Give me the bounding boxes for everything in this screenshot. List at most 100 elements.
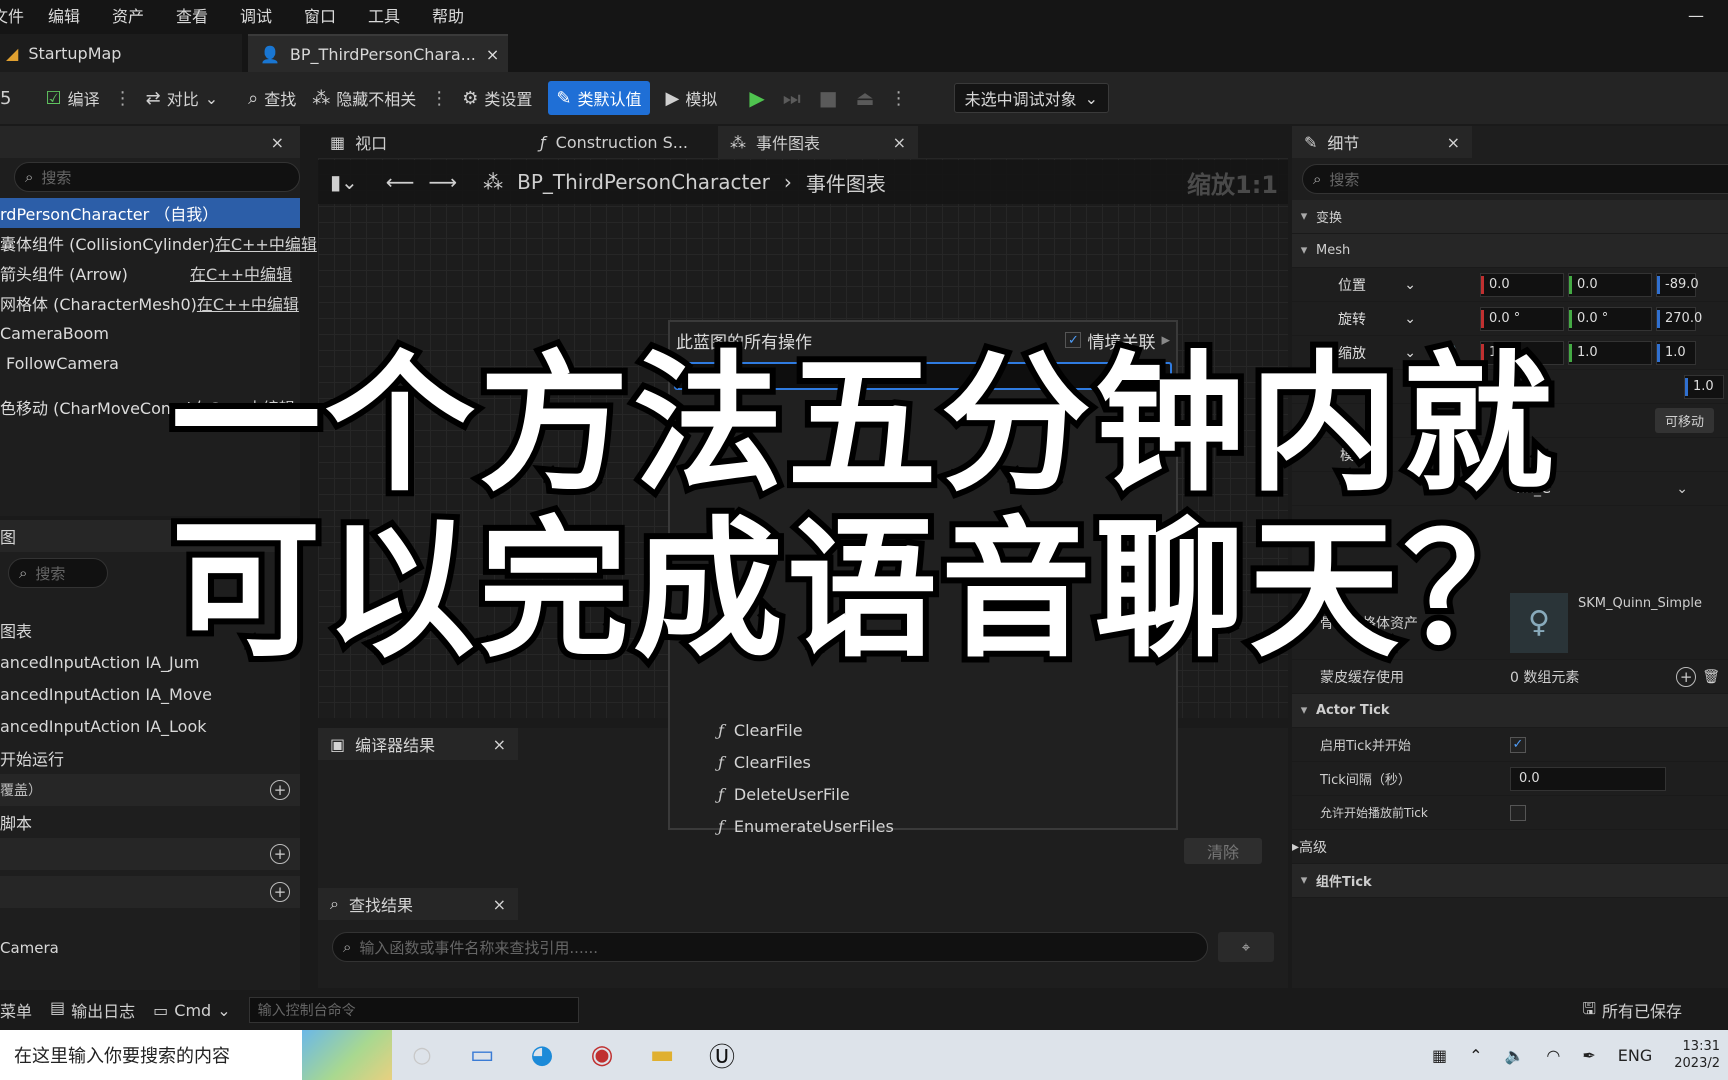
scale-y-field[interactable]: 1.0 xyxy=(1568,340,1652,365)
play-icon[interactable]: ▶ xyxy=(749,86,764,110)
tab-event-graph[interactable]: ⁂ 事件图表 × xyxy=(718,126,918,158)
chevron-up-icon[interactable]: ⌃ xyxy=(1469,1046,1482,1065)
action-item[interactable]: ƒ DeleteUserFile xyxy=(670,778,1176,810)
close-icon[interactable]: × xyxy=(271,133,284,152)
debug-object-select[interactable]: 未选中调试对象 ⌄ xyxy=(953,83,1109,113)
diff-button[interactable]: ⇄ 对比 ⌄ xyxy=(138,81,227,115)
component-row[interactable]: CameraBoom xyxy=(0,318,300,348)
component-row[interactable]: 色移动 (CharMoveComp) 在C++中编辑 xyxy=(0,392,300,422)
add-icon[interactable]: + xyxy=(270,882,290,902)
close-icon[interactable]: × xyxy=(271,527,284,546)
action-search-input[interactable]: ✕ xyxy=(674,362,1172,390)
windows-search-box[interactable]: 在这里输入你要搜索的内容 xyxy=(0,1030,392,1080)
back-arrow-icon[interactable]: ⟵ xyxy=(386,170,415,194)
content-drawer-button[interactable]: 容菜单 xyxy=(0,998,32,1022)
menu-file[interactable]: 文件 xyxy=(0,3,32,27)
play-options-icon[interactable]: ⋮ xyxy=(890,88,908,109)
menu-assets[interactable]: 资产 xyxy=(96,3,160,27)
advanced-section[interactable]: ▸ 高级 xyxy=(1292,830,1728,864)
step-icon[interactable]: ⏭ xyxy=(783,86,801,110)
lock-icon[interactable]: 🔓 xyxy=(1424,345,1480,361)
clock[interactable]: 13:31 2023/2 xyxy=(1674,1038,1720,1072)
mesh-section[interactable]: ▾ Mesh xyxy=(1292,234,1728,268)
hide-unrelated-button[interactable]: ⁂ 隐藏不相关 xyxy=(304,81,424,115)
event-row[interactable]: 开始运行 xyxy=(0,742,300,774)
unreal-engine-icon[interactable]: Ⓤ xyxy=(692,1030,752,1080)
menu-view[interactable]: 查看 xyxy=(160,3,224,27)
edge-browser-icon[interactable]: ◕ xyxy=(512,1030,572,1080)
actor-tick-section[interactable]: ▾ Actor Tick xyxy=(1292,694,1728,728)
checkbox-icon[interactable]: ✓ xyxy=(1065,332,1082,348)
compile-button[interactable]: ☑ 编译 xyxy=(37,81,107,115)
location-dropdown[interactable]: 位置 ⌄ xyxy=(1328,272,1424,298)
compile-options-icon[interactable]: ⋮ xyxy=(114,88,132,109)
edit-in-cpp-link[interactable]: 在C++中编辑 xyxy=(193,395,295,419)
scale-x-field[interactable]: 1.0 xyxy=(1480,340,1564,365)
tab-viewport[interactable]: ▦ 视口 xyxy=(318,126,399,158)
context-sensitive-toggle[interactable]: ✓ 情境关联 ▸ xyxy=(1065,328,1170,353)
variable-row[interactable]: Camera xyxy=(0,938,300,958)
console-command-input[interactable]: 输入控制台命令 xyxy=(248,997,579,1023)
component-row[interactable]: 箭头组件 (Arrow) 在C++中编辑 xyxy=(0,258,300,288)
language-indicator[interactable]: ENG xyxy=(1618,1046,1652,1065)
volume-icon[interactable]: 🔈 xyxy=(1504,1046,1524,1065)
tick-before-play-checkbox[interactable] xyxy=(1510,804,1526,821)
menu-tools[interactable]: 工具 xyxy=(352,3,416,27)
menu-edit[interactable]: 编辑 xyxy=(32,3,96,27)
simulate-button[interactable]: ▶ 模拟 xyxy=(658,81,726,115)
script-row[interactable]: 脚本 xyxy=(0,806,300,838)
edit-in-cpp-link[interactable]: 在C++中编辑 xyxy=(190,261,292,285)
output-log-button[interactable]: ▤ 输出日志 xyxy=(50,998,135,1022)
eject-icon[interactable]: ⏏ xyxy=(856,86,875,110)
trash-icon[interactable]: 🗑 xyxy=(1702,669,1720,685)
scale-z-field[interactable]: 1.0 xyxy=(1656,340,1696,365)
mesh-thumbnail[interactable]: ♀ xyxy=(1510,592,1568,653)
breadcrumb-current[interactable]: 事件图表 xyxy=(806,168,886,197)
close-icon[interactable]: × xyxy=(493,895,506,914)
add-icon[interactable]: + xyxy=(270,780,290,800)
scale-dropdown[interactable]: 缩放 ⌄ xyxy=(1328,340,1424,366)
mesh-asset-value[interactable]: SKM_Quinn_Simple xyxy=(1578,596,1702,611)
find-button[interactable]: ⌕ 查找 xyxy=(240,81,304,115)
component-row[interactable]: 囊体组件 (CollisionCylinder) 在C++中编辑 xyxy=(0,228,317,258)
variables-section[interactable]: + xyxy=(0,876,300,908)
my-blueprint-search[interactable]: ⌕ 搜索 xyxy=(8,558,108,588)
action-item[interactable]: ƒ ClearFile xyxy=(670,714,1176,746)
tick-interval-field[interactable]: 0.0 xyxy=(1510,766,1666,791)
close-icon[interactable]: × xyxy=(493,735,506,754)
anim-class-value[interactable]: nn_C xyxy=(1516,481,1676,497)
event-row[interactable]: ancedInputAction IA_Move xyxy=(0,678,300,710)
save-icon[interactable]: 5 xyxy=(0,81,19,115)
close-icon[interactable]: × xyxy=(1447,133,1460,152)
location-y-field[interactable]: 0.0 xyxy=(1568,272,1652,297)
folder-icon[interactable]: ▬ xyxy=(632,1030,692,1080)
forward-arrow-icon[interactable]: ⟶ xyxy=(428,170,457,194)
add-icon[interactable]: + xyxy=(270,844,290,864)
breadcrumb-root[interactable]: BP_ThirdPersonCharacter xyxy=(517,170,770,194)
extra-value-field[interactable]: 1.0 xyxy=(1684,374,1724,399)
component-row-self[interactable]: rdPersonCharacter （自我） xyxy=(0,198,300,228)
bookmark-icon[interactable]: ▮⌄ xyxy=(330,170,358,194)
components-search[interactable]: ⌕ 搜索 xyxy=(14,162,300,192)
file-explorer-window-icon[interactable]: ▭ xyxy=(452,1030,512,1080)
cortana-icon[interactable]: ○ xyxy=(392,1030,452,1080)
event-row[interactable]: ancedInputAction IA_Jum xyxy=(0,646,300,678)
binoculars-button[interactable]: ⌖ xyxy=(1218,932,1274,962)
component-row[interactable]: FollowCamera xyxy=(0,348,300,378)
network-icon[interactable]: ◠ xyxy=(1546,1046,1560,1065)
component-row[interactable]: 网格体 (CharacterMesh0) 在C++中编辑 xyxy=(0,288,300,318)
find-references-input[interactable]: ⌕ 输入函数或事件名称来查找引用...... xyxy=(332,932,1208,962)
clear-icon[interactable]: ✕ xyxy=(682,367,695,385)
tab-blueprint[interactable]: 👤 BP_ThirdPersonChara... × xyxy=(248,34,508,72)
class-defaults-button[interactable]: ✎ 类默认值 xyxy=(548,81,650,115)
menu-window[interactable]: 窗口 xyxy=(288,3,352,27)
action-item[interactable]: ƒ EnumerateUserFiles xyxy=(670,810,1176,842)
movable-button[interactable]: 可移动 xyxy=(1654,408,1714,433)
functions-section[interactable]: + xyxy=(0,838,300,870)
close-icon[interactable]: × xyxy=(486,45,499,64)
clear-button[interactable]: 清除 xyxy=(1184,838,1262,864)
app-icon[interactable]: ◉ xyxy=(572,1030,632,1080)
edit-in-cpp-link[interactable]: 在C++中编辑 xyxy=(215,231,317,255)
more-options-icon[interactable]: ⋮ xyxy=(430,88,448,109)
close-icon[interactable]: × xyxy=(893,133,906,152)
